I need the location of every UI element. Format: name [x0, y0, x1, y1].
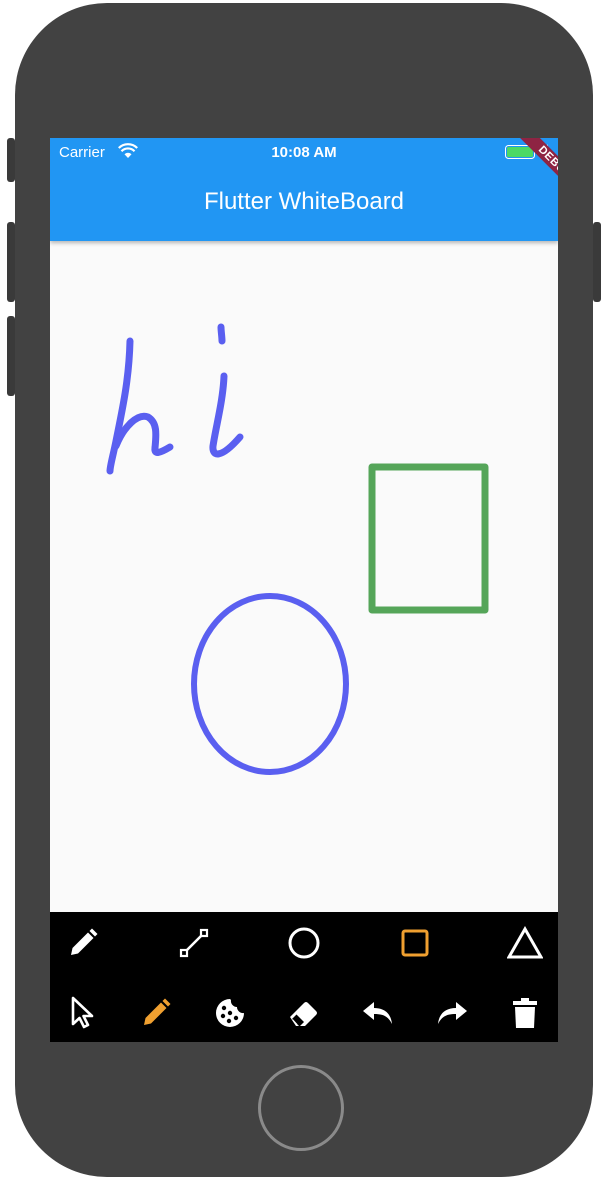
rectangle-shape	[368, 463, 489, 614]
select-tool[interactable]	[63, 993, 103, 1033]
app-title: Flutter WhiteBoard	[203, 188, 405, 215]
undo-icon	[363, 1002, 392, 1024]
cookie-icon	[216, 999, 244, 1027]
circle-icon	[288, 927, 320, 959]
trash-icon	[513, 998, 537, 1028]
drawing-canvas[interactable]	[50, 241, 558, 912]
clear-button[interactable]	[505, 993, 545, 1033]
toolbar	[50, 912, 558, 1042]
line-icon	[179, 928, 209, 958]
line-tool[interactable]	[174, 923, 214, 963]
freehand-tool[interactable]	[63, 923, 103, 963]
circle-shape	[191, 593, 349, 775]
status-bar: Carrier 10:08 AM	[50, 138, 558, 166]
fill-tool[interactable]	[210, 993, 250, 1033]
eraser-icon	[290, 1002, 317, 1026]
eraser-tool[interactable]	[284, 993, 324, 1033]
triangle-tool[interactable]	[505, 923, 545, 963]
square-icon	[401, 929, 429, 957]
pen-color-tool[interactable]	[136, 993, 176, 1033]
rectangle-tool[interactable]	[395, 923, 435, 963]
volume-down-button	[7, 316, 15, 396]
circle-tool[interactable]	[284, 923, 324, 963]
home-button[interactable]	[258, 1065, 344, 1151]
mute-switch	[7, 138, 15, 182]
screen: Flutter WhiteBoard Carrier 10:08 AM DEBU…	[50, 138, 558, 1042]
freehand-stroke-hi	[106, 323, 244, 475]
triangle-icon	[507, 926, 543, 959]
redo-button[interactable]	[432, 993, 472, 1033]
pencil-icon	[144, 998, 171, 1025]
undo-button[interactable]	[358, 993, 398, 1033]
pencil-icon	[71, 928, 98, 955]
status-time: 10:08 AM	[271, 144, 337, 161]
cursor-icon	[71, 996, 94, 1029]
volume-up-button	[7, 222, 15, 302]
redo-icon	[438, 1002, 467, 1024]
power-button	[593, 222, 601, 302]
